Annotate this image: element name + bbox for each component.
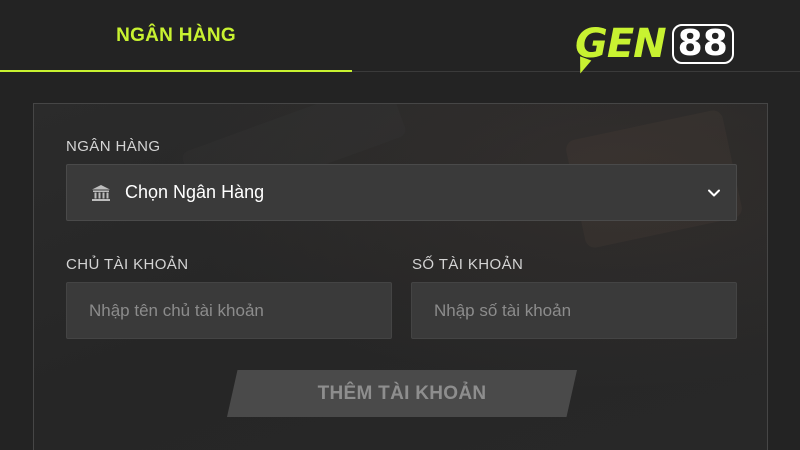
add-bank-form: NGÂN HÀNG Chọn Ngân Hàng CHỦ TÀI KHOẢN S… — [33, 103, 768, 450]
brand-logo: GEN 88 — [574, 18, 775, 76]
bank-select[interactable]: Chọn Ngân Hàng — [66, 164, 737, 221]
tab-bank[interactable]: NGÂN HÀNG — [0, 0, 352, 72]
logo-number: 88 — [671, 24, 734, 64]
bank-account-screen: NGÂN HÀNG GEN 88 NGÂN HÀNG Chọn Ngân Hàn… — [0, 0, 800, 450]
logo-text: GEN — [574, 24, 667, 76]
account-number-label: SỐ TÀI KHOẢN — [412, 256, 524, 273]
account-holder-label: CHỦ TÀI KHOẢN — [66, 256, 189, 273]
account-number-input[interactable] — [411, 282, 737, 339]
account-holder-input[interactable] — [66, 282, 392, 339]
logo-number-box: 88 — [671, 24, 734, 64]
bank-select-value: Chọn Ngân Hàng — [125, 182, 265, 202]
active-tab-indicator — [0, 70, 352, 72]
bank-icon — [91, 184, 111, 202]
bank-label: NGÂN HÀNG — [66, 138, 161, 155]
chevron-down-icon[interactable] — [706, 185, 722, 201]
add-account-button[interactable]: THÊM TÀI KHOẢN — [227, 370, 577, 417]
tab-bank-label: NGÂN HÀNG — [116, 25, 236, 46]
